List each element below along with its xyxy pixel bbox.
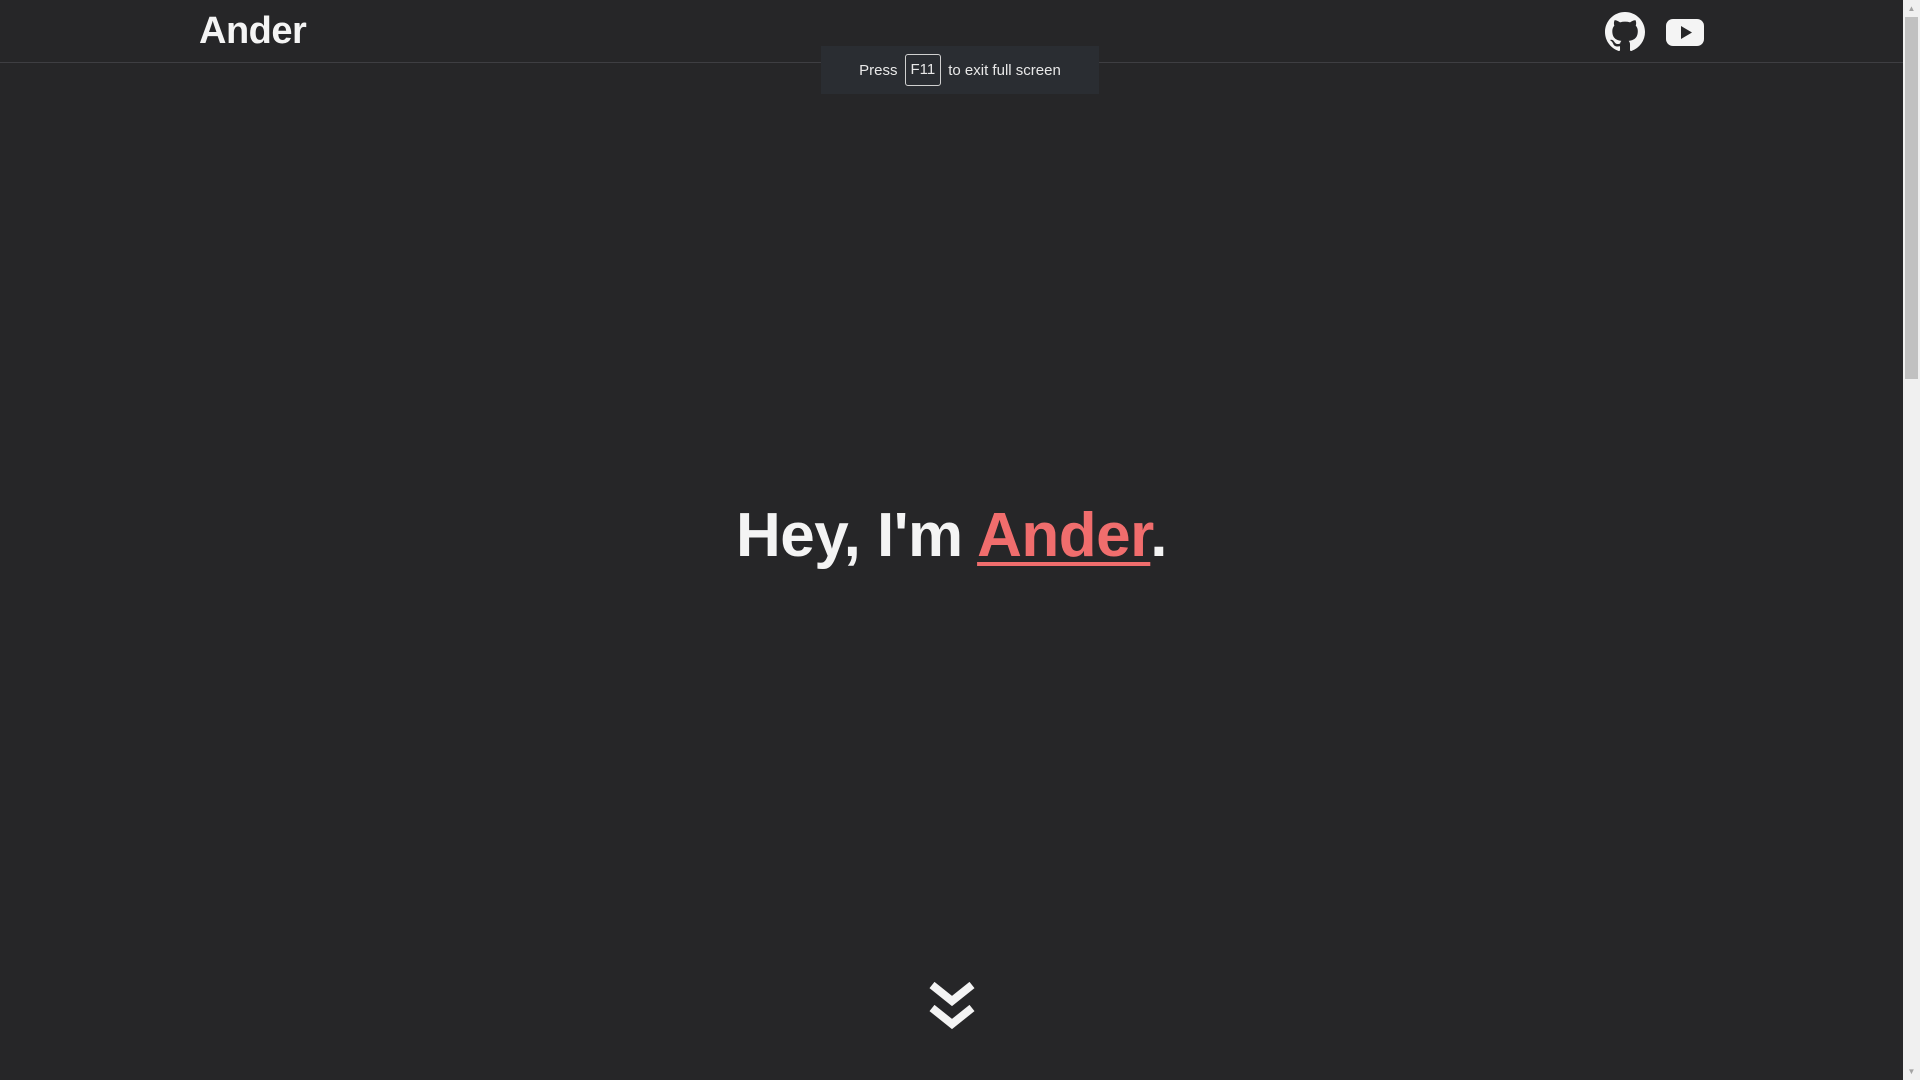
hero-punctuation: . xyxy=(1150,501,1168,570)
scroll-down-button[interactable] xyxy=(927,980,977,1036)
scroll-up-arrow-icon[interactable]: ▲ xyxy=(1903,0,1920,17)
f11-key-badge: F11 xyxy=(904,54,942,86)
brand-logo-link[interactable]: Ander xyxy=(199,8,307,54)
hero-heading: Hey, I'm Ander. xyxy=(0,500,1903,571)
scrollbar-thumb[interactable] xyxy=(1905,17,1918,379)
scroll-down-arrow-icon[interactable]: ▼ xyxy=(1903,1063,1920,1080)
hero-greeting: Hey, I'm xyxy=(735,501,978,570)
hero-name-link[interactable]: Ander xyxy=(977,501,1151,570)
youtube-icon xyxy=(1666,19,1704,46)
fullscreen-notice-prefix: Press xyxy=(859,61,898,79)
github-icon xyxy=(1605,12,1645,52)
hero-section: Hey, I'm Ander. xyxy=(0,500,1903,571)
page: Ander Press F11 to exit full screen Hey,… xyxy=(0,0,1920,1080)
github-link[interactable] xyxy=(1605,12,1645,52)
youtube-link[interactable] xyxy=(1665,12,1705,52)
fullscreen-notice-suffix: to exit full screen xyxy=(948,61,1061,79)
double-chevron-down-icon xyxy=(929,981,975,1030)
fullscreen-notification: Press F11 to exit full screen xyxy=(821,46,1099,94)
vertical-scrollbar[interactable]: ▲ ▼ xyxy=(1903,0,1920,1080)
